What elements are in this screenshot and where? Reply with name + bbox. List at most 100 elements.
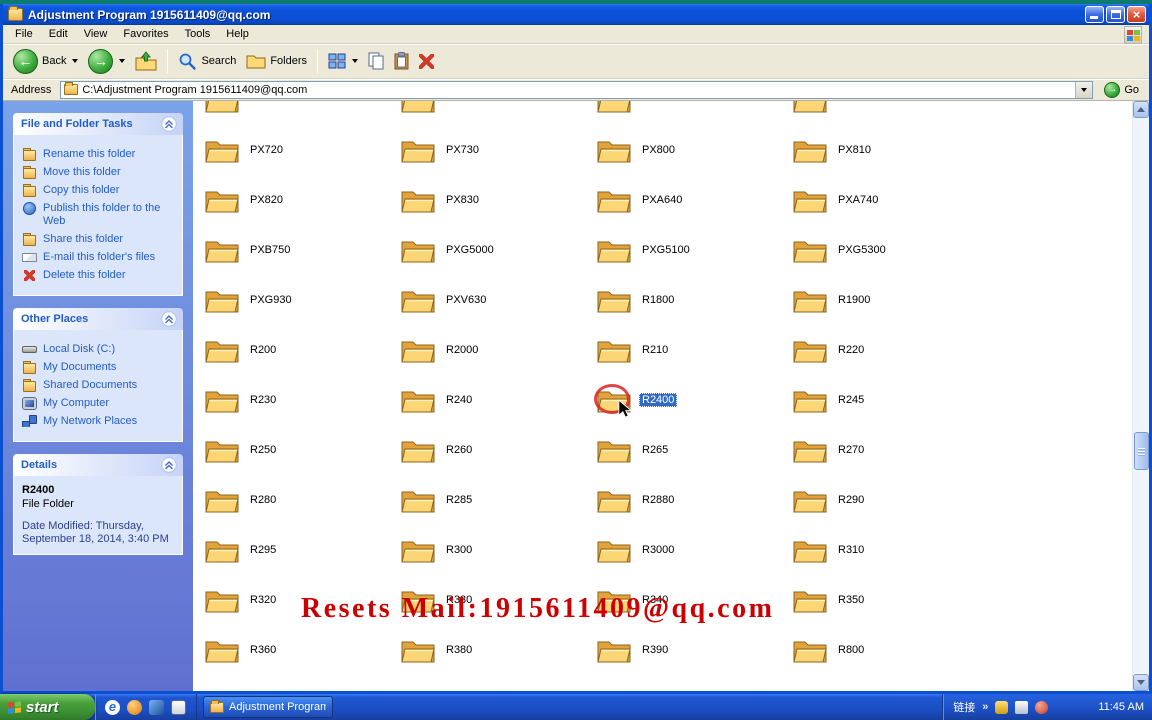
folder-label[interactable]: R270 xyxy=(835,443,867,457)
address-value[interactable]: C:\Adjustment Program 1915611409@qq.com xyxy=(82,84,1071,96)
folder-icon[interactable] xyxy=(401,286,435,314)
folder-icon[interactable] xyxy=(401,536,435,564)
folder-label[interactable]: R360 xyxy=(247,643,279,657)
folder-label[interactable]: PX720 xyxy=(247,143,286,157)
task-item[interactable]: Share this folder xyxy=(22,233,174,246)
folder-item[interactable]: R310 xyxy=(789,525,985,575)
folder-icon[interactable] xyxy=(597,101,631,114)
folder-icon[interactable] xyxy=(401,336,435,364)
folder-label[interactable]: R300 xyxy=(443,543,475,557)
delete-button[interactable] xyxy=(415,52,438,71)
folder-item[interactable]: PX830 xyxy=(397,175,593,225)
folder-item[interactable] xyxy=(789,101,985,125)
folder-label[interactable]: PXV630 xyxy=(443,293,489,307)
folder-label[interactable]: R2880 xyxy=(639,493,677,507)
folder-label[interactable]: PX820 xyxy=(247,193,286,207)
clock[interactable]: 11:45 AM xyxy=(1095,701,1144,713)
menu-item[interactable]: Help xyxy=(218,26,257,42)
folder-icon[interactable] xyxy=(401,636,435,664)
folder-icon[interactable] xyxy=(793,186,827,214)
folder-label[interactable]: R800 xyxy=(835,643,867,657)
folder-icon[interactable] xyxy=(401,186,435,214)
task-label[interactable]: E-mail this folder's files xyxy=(43,251,155,264)
folder-item[interactable] xyxy=(397,101,593,125)
folder-item[interactable]: R2880 xyxy=(593,475,789,525)
folder-item[interactable] xyxy=(593,101,789,125)
folder-item[interactable]: R800 xyxy=(789,625,985,675)
folder-icon[interactable] xyxy=(205,236,239,264)
folder-label[interactable]: R330 xyxy=(443,593,475,607)
folder-label[interactable]: R290 xyxy=(835,493,867,507)
task-item[interactable]: Rename this folder xyxy=(22,148,174,161)
folder-icon[interactable] xyxy=(597,136,631,164)
folder-icon[interactable] xyxy=(205,686,239,691)
folder-item[interactable]: PXA640 xyxy=(593,175,789,225)
folder-item[interactable]: R360 xyxy=(201,625,397,675)
folder-icon[interactable] xyxy=(597,186,631,214)
panel-header[interactable]: Details xyxy=(13,454,183,476)
folder-icon[interactable] xyxy=(597,636,631,664)
collapse-chevron-icon[interactable] xyxy=(161,116,177,132)
back-button[interactable]: ← Back xyxy=(9,47,82,76)
folder-item[interactable]: R320 xyxy=(201,575,397,625)
place-label[interactable]: Local Disk (C:) xyxy=(43,343,115,356)
folder-label[interactable]: R280 xyxy=(247,493,279,507)
folder-item[interactable]: PX720 xyxy=(201,125,397,175)
folder-item[interactable]: PX820 xyxy=(201,175,397,225)
folder-item[interactable]: R380 xyxy=(397,625,593,675)
folder-icon[interactable] xyxy=(597,586,631,614)
folder-item[interactable]: R1900 xyxy=(789,275,985,325)
folder-item[interactable]: PXG5100 xyxy=(593,225,789,275)
folder-item[interactable]: R210 xyxy=(593,325,789,375)
folder-icon[interactable] xyxy=(401,486,435,514)
tray-icon[interactable] xyxy=(1015,700,1029,714)
panel-header[interactable]: Other Places xyxy=(13,308,183,330)
address-dropdown-button[interactable] xyxy=(1075,81,1093,98)
show-desktop-icon[interactable] xyxy=(171,699,186,715)
menu-item[interactable]: View xyxy=(76,26,116,42)
folder-item[interactable]: PX810 xyxy=(789,125,985,175)
folder-label[interactable]: PXG5300 xyxy=(835,243,889,257)
folder-item[interactable]: R285 xyxy=(397,475,593,525)
menu-item[interactable]: Tools xyxy=(177,26,219,42)
folder-item[interactable]: R265 xyxy=(593,425,789,475)
go-button[interactable]: → Go xyxy=(1098,81,1145,98)
folder-item[interactable]: R295 xyxy=(201,525,397,575)
folder-label[interactable]: R380 xyxy=(443,643,475,657)
folder-item[interactable]: PXG5000 xyxy=(397,225,593,275)
back-dropdown-icon[interactable] xyxy=(72,59,79,63)
place-item[interactable]: My Network Places xyxy=(22,415,174,428)
menu-item[interactable]: Favorites xyxy=(115,26,176,42)
paste-button[interactable] xyxy=(390,50,413,72)
folder-label[interactable]: R245 xyxy=(835,393,867,407)
folder-item[interactable]: R390 xyxy=(593,625,789,675)
collapse-chevron-icon[interactable] xyxy=(161,457,177,473)
folder-icon[interactable] xyxy=(205,636,239,664)
folder-icon[interactable] xyxy=(205,436,239,464)
place-item[interactable]: My Documents xyxy=(22,361,174,374)
folder-icon[interactable] xyxy=(401,386,435,414)
folder-label[interactable]: R230 xyxy=(247,393,279,407)
copy-button[interactable] xyxy=(364,50,388,72)
vertical-scrollbar[interactable] xyxy=(1132,101,1149,691)
menu-item[interactable]: Edit xyxy=(41,26,76,42)
folder-label[interactable]: R220 xyxy=(835,343,867,357)
folder-icon[interactable] xyxy=(793,286,827,314)
task-item[interactable]: Move this folder xyxy=(22,166,174,179)
tray-icon[interactable] xyxy=(995,700,1009,714)
task-label[interactable]: Rename this folder xyxy=(43,148,135,161)
place-item[interactable]: My Computer xyxy=(22,397,174,410)
folder-item[interactable]: R2000 xyxy=(397,325,593,375)
task-item[interactable]: E-mail this folder's files xyxy=(22,251,174,264)
folder-item[interactable]: R1800 xyxy=(593,275,789,325)
folder-icon[interactable] xyxy=(205,286,239,314)
place-label[interactable]: My Computer xyxy=(43,397,109,410)
folder-item[interactable]: PX730 xyxy=(397,125,593,175)
folder-item[interactable]: R200 xyxy=(201,325,397,375)
folder-icon[interactable] xyxy=(597,686,631,691)
folder-item[interactable]: R330 xyxy=(397,575,593,625)
close-button[interactable]: × xyxy=(1127,6,1146,23)
folder-label[interactable]: R2000 xyxy=(443,343,481,357)
folder-item[interactable]: R290 xyxy=(789,475,985,525)
title-bar[interactable]: Adjustment Program 1915611409@qq.com × xyxy=(3,4,1149,25)
